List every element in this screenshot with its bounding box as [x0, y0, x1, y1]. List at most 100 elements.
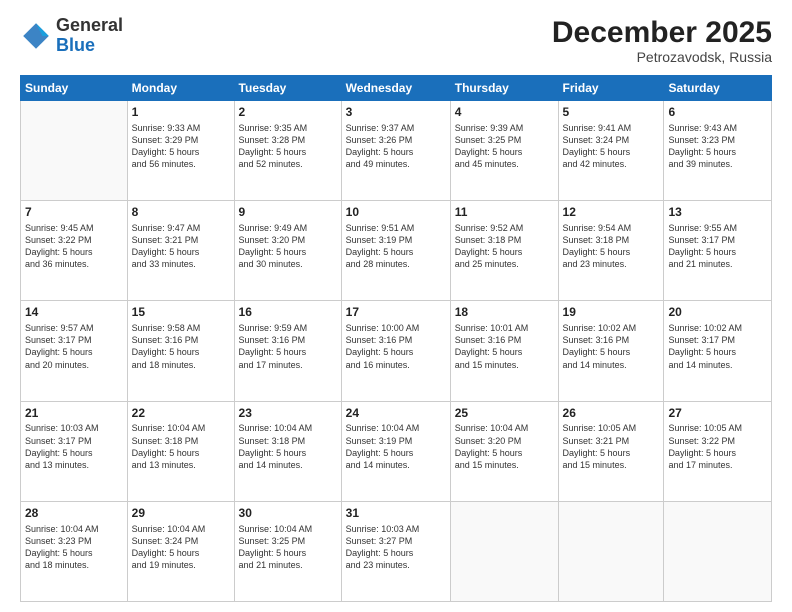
calendar-cell: 2Sunrise: 9:35 AM Sunset: 3:28 PM Daylig…	[234, 101, 341, 201]
calendar-cell: 20Sunrise: 10:02 AM Sunset: 3:17 PM Dayl…	[664, 301, 772, 401]
day-info: Sunrise: 10:05 AM Sunset: 3:21 PM Daylig…	[563, 422, 660, 471]
day-number: 22	[132, 405, 230, 422]
calendar-cell: 17Sunrise: 10:00 AM Sunset: 3:16 PM Dayl…	[341, 301, 450, 401]
weekday-header-tuesday: Tuesday	[234, 76, 341, 101]
day-info: Sunrise: 9:33 AM Sunset: 3:29 PM Dayligh…	[132, 122, 230, 171]
calendar-cell: 22Sunrise: 10:04 AM Sunset: 3:18 PM Dayl…	[127, 401, 234, 501]
calendar-cell: 10Sunrise: 9:51 AM Sunset: 3:19 PM Dayli…	[341, 201, 450, 301]
day-info: Sunrise: 10:03 AM Sunset: 3:27 PM Daylig…	[346, 523, 446, 572]
calendar-cell: 15Sunrise: 9:58 AM Sunset: 3:16 PM Dayli…	[127, 301, 234, 401]
calendar-body: 1Sunrise: 9:33 AM Sunset: 3:29 PM Daylig…	[21, 101, 772, 602]
day-info: Sunrise: 9:57 AM Sunset: 3:17 PM Dayligh…	[25, 322, 123, 371]
day-number: 28	[25, 505, 123, 522]
day-info: Sunrise: 9:39 AM Sunset: 3:25 PM Dayligh…	[455, 122, 554, 171]
weekday-header-saturday: Saturday	[664, 76, 772, 101]
logo-blue-text: Blue	[56, 35, 95, 55]
day-info: Sunrise: 10:01 AM Sunset: 3:16 PM Daylig…	[455, 322, 554, 371]
day-number: 20	[668, 304, 767, 321]
day-number: 3	[346, 104, 446, 121]
day-info: Sunrise: 10:04 AM Sunset: 3:24 PM Daylig…	[132, 523, 230, 572]
weekday-header-thursday: Thursday	[450, 76, 558, 101]
day-info: Sunrise: 10:04 AM Sunset: 3:20 PM Daylig…	[455, 422, 554, 471]
day-info: Sunrise: 9:55 AM Sunset: 3:17 PM Dayligh…	[668, 222, 767, 271]
logo: General Blue	[20, 16, 123, 56]
day-number: 16	[239, 304, 337, 321]
day-number: 14	[25, 304, 123, 321]
day-number: 9	[239, 204, 337, 221]
calendar-cell: 6Sunrise: 9:43 AM Sunset: 3:23 PM Daylig…	[664, 101, 772, 201]
day-number: 19	[563, 304, 660, 321]
day-info: Sunrise: 10:04 AM Sunset: 3:25 PM Daylig…	[239, 523, 337, 572]
calendar-week-2: 7Sunrise: 9:45 AM Sunset: 3:22 PM Daylig…	[21, 201, 772, 301]
header: General Blue December 2025 Petrozavodsk,…	[20, 16, 772, 65]
calendar-cell: 19Sunrise: 10:02 AM Sunset: 3:16 PM Dayl…	[558, 301, 664, 401]
calendar-cell: 29Sunrise: 10:04 AM Sunset: 3:24 PM Dayl…	[127, 501, 234, 601]
day-number: 31	[346, 505, 446, 522]
calendar-cell: 14Sunrise: 9:57 AM Sunset: 3:17 PM Dayli…	[21, 301, 128, 401]
day-number: 26	[563, 405, 660, 422]
calendar-cell: 11Sunrise: 9:52 AM Sunset: 3:18 PM Dayli…	[450, 201, 558, 301]
calendar-cell: 18Sunrise: 10:01 AM Sunset: 3:16 PM Dayl…	[450, 301, 558, 401]
calendar-cell	[558, 501, 664, 601]
calendar-week-3: 14Sunrise: 9:57 AM Sunset: 3:17 PM Dayli…	[21, 301, 772, 401]
day-number: 10	[346, 204, 446, 221]
calendar-cell	[450, 501, 558, 601]
location: Petrozavodsk, Russia	[552, 49, 772, 65]
calendar-cell: 24Sunrise: 10:04 AM Sunset: 3:19 PM Dayl…	[341, 401, 450, 501]
logo-general-text: General	[56, 15, 123, 35]
calendar-cell: 3Sunrise: 9:37 AM Sunset: 3:26 PM Daylig…	[341, 101, 450, 201]
day-info: Sunrise: 9:54 AM Sunset: 3:18 PM Dayligh…	[563, 222, 660, 271]
calendar-cell: 26Sunrise: 10:05 AM Sunset: 3:21 PM Dayl…	[558, 401, 664, 501]
calendar-cell: 9Sunrise: 9:49 AM Sunset: 3:20 PM Daylig…	[234, 201, 341, 301]
calendar-cell: 31Sunrise: 10:03 AM Sunset: 3:27 PM Dayl…	[341, 501, 450, 601]
day-info: Sunrise: 9:45 AM Sunset: 3:22 PM Dayligh…	[25, 222, 123, 271]
day-number: 5	[563, 104, 660, 121]
day-number: 27	[668, 405, 767, 422]
calendar-cell: 4Sunrise: 9:39 AM Sunset: 3:25 PM Daylig…	[450, 101, 558, 201]
calendar-table: SundayMondayTuesdayWednesdayThursdayFrid…	[20, 75, 772, 602]
weekday-header-sunday: Sunday	[21, 76, 128, 101]
weekday-header-monday: Monday	[127, 76, 234, 101]
day-number: 25	[455, 405, 554, 422]
day-number: 13	[668, 204, 767, 221]
day-number: 17	[346, 304, 446, 321]
calendar-cell: 5Sunrise: 9:41 AM Sunset: 3:24 PM Daylig…	[558, 101, 664, 201]
calendar-cell: 21Sunrise: 10:03 AM Sunset: 3:17 PM Dayl…	[21, 401, 128, 501]
month-year: December 2025	[552, 16, 772, 49]
calendar-header: SundayMondayTuesdayWednesdayThursdayFrid…	[21, 76, 772, 101]
calendar-cell: 27Sunrise: 10:05 AM Sunset: 3:22 PM Dayl…	[664, 401, 772, 501]
day-number: 18	[455, 304, 554, 321]
day-info: Sunrise: 10:04 AM Sunset: 3:19 PM Daylig…	[346, 422, 446, 471]
day-number: 21	[25, 405, 123, 422]
logo-icon	[20, 20, 52, 52]
calendar-cell: 25Sunrise: 10:04 AM Sunset: 3:20 PM Dayl…	[450, 401, 558, 501]
day-info: Sunrise: 9:51 AM Sunset: 3:19 PM Dayligh…	[346, 222, 446, 271]
day-number: 23	[239, 405, 337, 422]
day-info: Sunrise: 10:04 AM Sunset: 3:18 PM Daylig…	[239, 422, 337, 471]
calendar-cell	[664, 501, 772, 601]
day-number: 2	[239, 104, 337, 121]
day-number: 7	[25, 204, 123, 221]
day-number: 6	[668, 104, 767, 121]
weekday-row: SundayMondayTuesdayWednesdayThursdayFrid…	[21, 76, 772, 101]
day-number: 24	[346, 405, 446, 422]
calendar-week-1: 1Sunrise: 9:33 AM Sunset: 3:29 PM Daylig…	[21, 101, 772, 201]
day-number: 29	[132, 505, 230, 522]
day-info: Sunrise: 9:43 AM Sunset: 3:23 PM Dayligh…	[668, 122, 767, 171]
calendar-cell: 23Sunrise: 10:04 AM Sunset: 3:18 PM Dayl…	[234, 401, 341, 501]
day-info: Sunrise: 9:52 AM Sunset: 3:18 PM Dayligh…	[455, 222, 554, 271]
day-info: Sunrise: 9:49 AM Sunset: 3:20 PM Dayligh…	[239, 222, 337, 271]
calendar-cell: 1Sunrise: 9:33 AM Sunset: 3:29 PM Daylig…	[127, 101, 234, 201]
day-info: Sunrise: 10:02 AM Sunset: 3:17 PM Daylig…	[668, 322, 767, 371]
day-info: Sunrise: 9:41 AM Sunset: 3:24 PM Dayligh…	[563, 122, 660, 171]
day-info: Sunrise: 10:04 AM Sunset: 3:18 PM Daylig…	[132, 422, 230, 471]
calendar-week-5: 28Sunrise: 10:04 AM Sunset: 3:23 PM Dayl…	[21, 501, 772, 601]
calendar-cell: 16Sunrise: 9:59 AM Sunset: 3:16 PM Dayli…	[234, 301, 341, 401]
day-number: 11	[455, 204, 554, 221]
weekday-header-friday: Friday	[558, 76, 664, 101]
day-number: 12	[563, 204, 660, 221]
page: General Blue December 2025 Petrozavodsk,…	[0, 0, 792, 612]
calendar-week-4: 21Sunrise: 10:03 AM Sunset: 3:17 PM Dayl…	[21, 401, 772, 501]
calendar-cell: 13Sunrise: 9:55 AM Sunset: 3:17 PM Dayli…	[664, 201, 772, 301]
calendar-cell	[21, 101, 128, 201]
